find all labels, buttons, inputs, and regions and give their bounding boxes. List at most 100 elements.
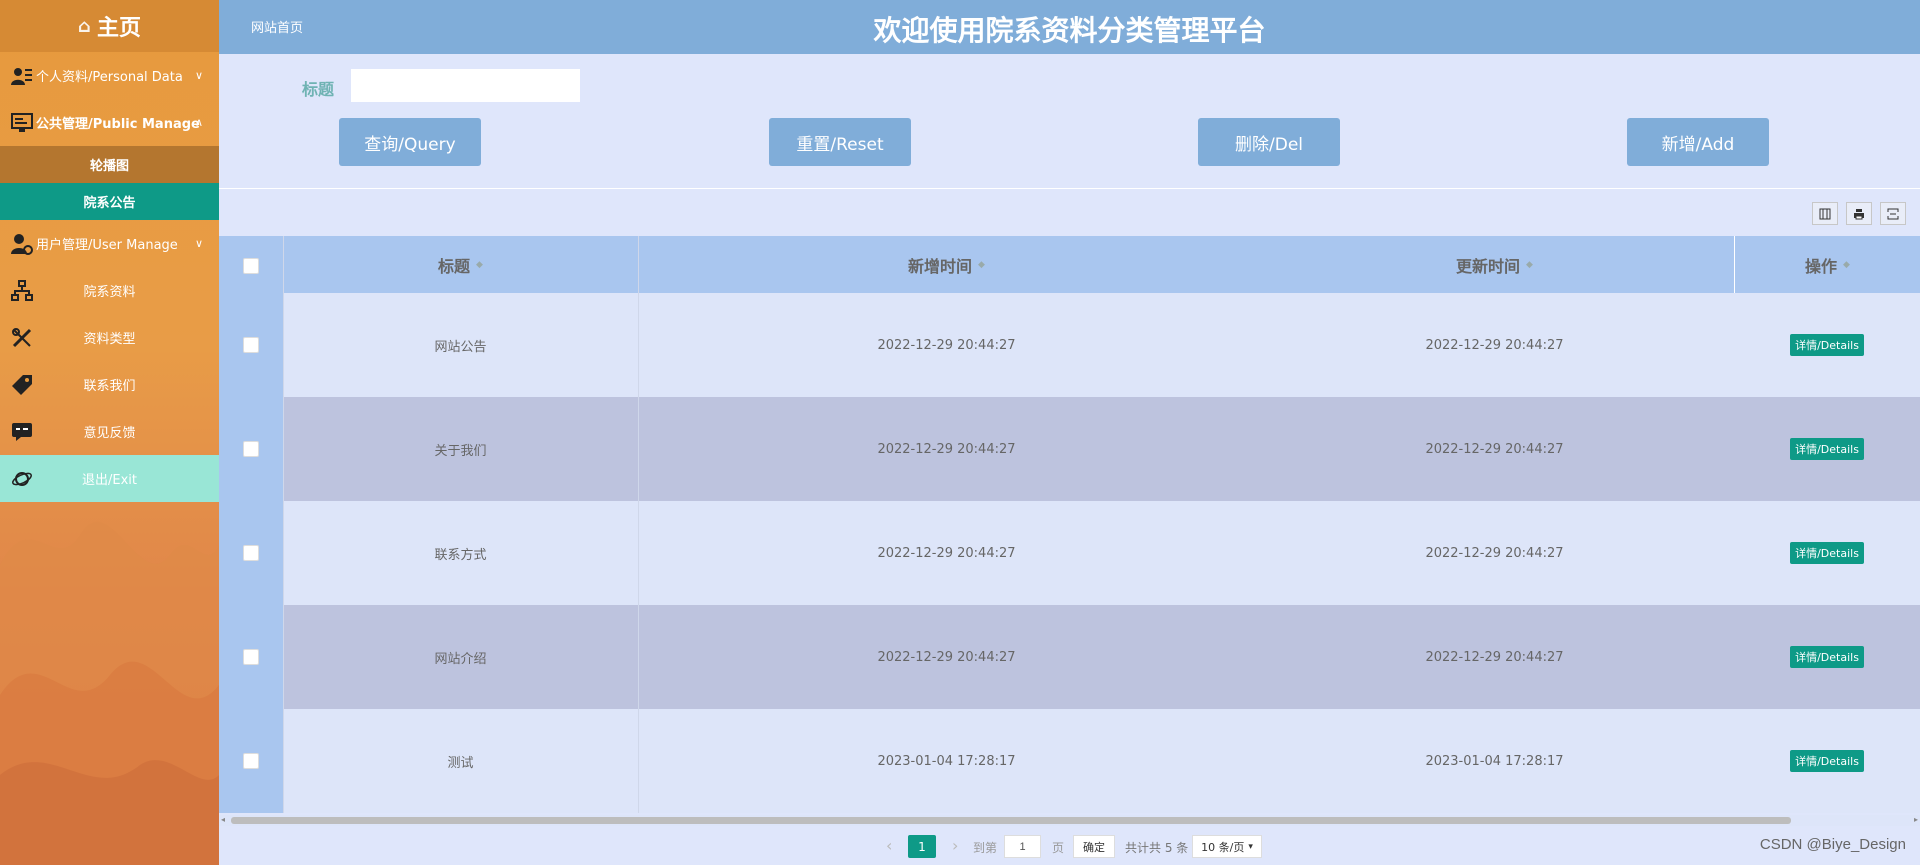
goto-page-input[interactable] [1004, 835, 1041, 858]
column-divider [638, 236, 639, 813]
page-size-value: 10 条/页 [1201, 840, 1245, 854]
search-title-input[interactable] [351, 69, 580, 102]
cell-updated: 2022-12-29 20:44:27 [1425, 545, 1564, 561]
total-count: 共计共 5 条 [1125, 841, 1189, 855]
header-title[interactable]: 标题 ◆ [283, 236, 638, 293]
details-button[interactable]: 详情/Details [1790, 334, 1864, 356]
page-size-select[interactable]: 10 条/页 ▾ [1192, 835, 1262, 858]
mountain-background [0, 521, 219, 865]
header: 网站首页 欢迎使用院系资料分类管理平台 [219, 0, 1920, 54]
header-action[interactable]: 操作 ◆ [1734, 236, 1920, 293]
chevron-down-icon: ▾ [1248, 841, 1253, 852]
search-title-label: 标题 [302, 80, 335, 99]
submenu-carousel[interactable]: 轮播图 [0, 146, 219, 183]
menu-feedback[interactable]: 意见反馈 [0, 408, 219, 455]
cell-title: 关于我们 [434, 443, 487, 459]
divider [219, 188, 1920, 189]
cell-created: 2022-12-29 20:44:27 [877, 649, 1016, 665]
menu-material-types-label: 资料类型 [83, 332, 136, 347]
cell-action: 详情/Details [1734, 709, 1920, 813]
menu-contact-us[interactable]: 联系我们 [0, 361, 219, 408]
operation-column: 操作 ◆ 详情/Details 详情/Details 详情/Details 详情… [1734, 236, 1920, 813]
prev-page-button[interactable]: ‹ [886, 836, 892, 855]
chevron-up-icon: ∧ [194, 116, 203, 129]
cell-updated: 2022-12-29 20:44:27 [1425, 337, 1564, 353]
menu-contact-us-label: 联系我们 [83, 379, 136, 394]
checkbox-column [219, 236, 283, 813]
confirm-button[interactable]: 确定 [1073, 835, 1115, 858]
page-1-button[interactable]: 1 [908, 835, 936, 858]
menu-public-manage[interactable]: 公共管理/Public Manage ∧ [0, 99, 219, 146]
scroll-left-icon[interactable]: ◂ [221, 815, 225, 824]
cell-created: 2023-01-04 17:28:17 [877, 753, 1016, 769]
scrollbar-thumb[interactable] [231, 817, 1791, 824]
menu-personal-data-label: 个人资料/Personal Data [36, 70, 183, 85]
menu-user-manage[interactable]: 用户管理/User Manage ∨ [0, 220, 219, 267]
details-button[interactable]: 详情/Details [1790, 646, 1864, 668]
header-updated[interactable]: 更新时间 ◆ [1255, 236, 1734, 293]
row-checkbox[interactable] [243, 545, 259, 561]
horizontal-scrollbar[interactable]: ◂ ▸ [219, 815, 1920, 826]
cell-title: 网站公告 [434, 339, 487, 355]
table-row: 关于我们 2022-12-29 20:44:27 2022-12-29 20:4… [219, 397, 1920, 501]
cell-action: 详情/Details [1734, 293, 1920, 397]
details-button[interactable]: 详情/Details [1790, 542, 1864, 564]
menu-user-manage-label: 用户管理/User Manage [36, 238, 178, 253]
delete-button[interactable]: 删除/Del [1198, 118, 1340, 166]
sort-icon[interactable]: ◆ [1843, 260, 1850, 270]
table-row: 网站介绍 2022-12-29 20:44:27 2022-12-29 20:4… [219, 605, 1920, 709]
goto-label: 到第 [973, 841, 998, 855]
menu-department-materials-label: 院系资料 [83, 285, 136, 300]
submenu-department-notice[interactable]: 院系公告 [0, 183, 219, 220]
row-checkbox[interactable] [243, 649, 259, 665]
table-row: 网站公告 2022-12-29 20:44:27 2022-12-29 20:4… [219, 293, 1920, 397]
cell-updated: 2022-12-29 20:44:27 [1425, 441, 1564, 457]
chevron-down-icon: ∨ [194, 69, 203, 82]
menu-exit-label: 退出/Exit [82, 473, 137, 488]
query-button[interactable]: 查询/Query [339, 118, 481, 166]
cell-created: 2022-12-29 20:44:27 [877, 337, 1016, 353]
header-action-label: 操作 [1805, 256, 1838, 276]
header-updated-label: 更新时间 [1456, 256, 1521, 276]
cell-action: 详情/Details [1734, 501, 1920, 605]
add-button[interactable]: 新增/Add [1627, 118, 1769, 166]
cell-action: 详情/Details [1734, 397, 1920, 501]
table-row: 测试 2023-01-04 17:28:17 2023-01-04 17:28:… [219, 709, 1920, 813]
cell-updated: 2022-12-29 20:44:27 [1425, 649, 1564, 665]
page-suffix-label: 页 [1052, 841, 1065, 855]
select-all-checkbox[interactable] [243, 258, 259, 274]
cell-updated: 2023-01-04 17:28:17 [1425, 753, 1564, 769]
row-checkbox[interactable] [243, 753, 259, 769]
data-table: 网站公告 2022-12-29 20:44:27 2022-12-29 20:4… [219, 236, 1920, 813]
home-icon: ⌂ [78, 15, 91, 37]
row-checkbox[interactable] [243, 441, 259, 457]
row-checkbox[interactable] [243, 337, 259, 353]
print-icon[interactable] [1846, 202, 1872, 225]
header-created-label: 新增时间 [908, 256, 973, 276]
menu-personal-data[interactable]: 个人资料/Personal Data ∨ [0, 52, 219, 99]
menu-department-materials[interactable]: 院系资料 [0, 267, 219, 314]
logo-label: 主页 [96, 16, 141, 41]
scroll-right-icon[interactable]: ▸ [1914, 815, 1918, 824]
menu-exit[interactable]: 退出/Exit [0, 455, 219, 502]
sort-icon[interactable]: ◆ [1526, 260, 1533, 270]
sort-icon[interactable]: ◆ [978, 260, 985, 270]
menu-feedback-label: 意见反馈 [83, 426, 136, 441]
monitor-icon [10, 111, 34, 135]
watermark: CSDN @Biye_Design [1759, 836, 1906, 853]
details-button[interactable]: 详情/Details [1790, 750, 1864, 772]
chevron-down-icon: ∨ [194, 237, 203, 250]
header-created[interactable]: 新增时间 ◆ [638, 236, 1255, 293]
next-page-button[interactable]: › [952, 836, 958, 855]
id-card-icon [10, 64, 34, 88]
sidebar-logo[interactable]: ⌂ 主页 [0, 0, 219, 52]
table-row: 联系方式 2022-12-29 20:44:27 2022-12-29 20:4… [219, 501, 1920, 605]
export-icon[interactable] [1880, 202, 1906, 225]
sort-icon[interactable]: ◆ [476, 260, 483, 270]
cell-title: 网站介绍 [434, 651, 487, 667]
details-button[interactable]: 详情/Details [1790, 438, 1864, 460]
cell-created: 2022-12-29 20:44:27 [877, 441, 1016, 457]
column-filter-icon[interactable] [1812, 202, 1838, 225]
menu-material-types[interactable]: 资料类型 [0, 314, 219, 361]
reset-button[interactable]: 重置/Reset [769, 118, 911, 166]
